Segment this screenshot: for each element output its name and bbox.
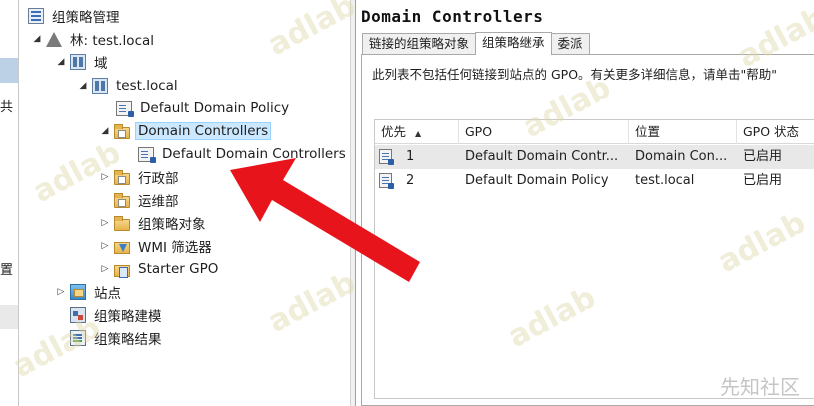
gp-modeling-icon [70, 307, 86, 323]
expand-closed-icon[interactable]: ▷ [100, 264, 110, 274]
starter-gpo-icon [114, 265, 130, 278]
background-text-1: 共 [0, 100, 14, 115]
tree-node-sites[interactable]: ▷ 站点 [56, 281, 124, 303]
cell-order: 1 [375, 145, 459, 169]
tree-node-domain[interactable]: ◢ test.local [78, 75, 181, 97]
inheritance-grid: 优先 ▲ GPO 位置 GPO 状态 1 Default Domain Cont… [374, 119, 814, 399]
page-title: Domain Controllers [361, 7, 544, 26]
cell-order: 2 [375, 169, 459, 193]
table-row[interactable]: 1 Default Domain Contr... Domain Con... … [375, 145, 814, 169]
tab-gp-inheritance[interactable]: 组策略继承 [475, 32, 552, 55]
tree-node-wmi-filters[interactable]: ▷ WMI 筛选器 [100, 235, 215, 257]
expand-closed-icon[interactable]: ▷ [100, 218, 110, 228]
gp-results-icon [70, 330, 86, 346]
gpo-link-icon [116, 100, 134, 117]
tree-label-forest: 林: test.local [70, 33, 155, 49]
tree-node-starter-gpo[interactable]: ▷ Starter GPO [100, 258, 221, 280]
ou-folder-icon [114, 124, 130, 139]
expand-open-icon[interactable]: ◢ [56, 57, 66, 67]
tree-node-domains[interactable]: ◢ 域 [56, 51, 111, 73]
tree-label-results: 组策略结果 [94, 332, 162, 348]
sort-ascending-icon: ▲ [415, 129, 422, 138]
tree-node-domain-controllers[interactable]: ◢ Domain Controllers [100, 120, 272, 142]
expand-open-icon[interactable]: ◢ [100, 126, 110, 136]
tree-label-modeling: 组策略建模 [94, 309, 162, 325]
gpmc-console-icon [28, 8, 44, 24]
tree-label-domain-controllers: Domain Controllers [135, 122, 272, 140]
tree-node-default-dc-policy[interactable]: Default Domain Controllers [138, 143, 349, 165]
details-pane: Domain Controllers 链接的组策略对象 组策略继承 委派 此列表… [356, 0, 814, 406]
tree-node-modeling[interactable]: 组策略建模 [70, 304, 165, 326]
background-window-strip: 共 置 [0, 0, 19, 406]
expand-open-icon[interactable]: ◢ [32, 34, 42, 44]
tree-label-domain: test.local [116, 78, 178, 94]
cell-gpo: Default Domain Policy [465, 173, 609, 188]
tab-panel: 此列表不包括任何链接到站点的 GPO。有关更多详细信息，请单击"帮助" 优先 ▲… [361, 54, 814, 406]
gpo-link-icon [379, 173, 394, 189]
cell-status: 已启用 [743, 173, 783, 188]
tree-label-default-domain-policy: Default Domain Policy [140, 100, 290, 116]
console-tree[interactable]: 组策略管理 ◢ 林: test.local ◢ 域 ◢ test.local D… [20, 0, 350, 406]
forest-icon [46, 31, 62, 47]
gpo-link-icon [379, 149, 394, 165]
tree-node-default-domain-policy[interactable]: Default Domain Policy [116, 97, 292, 119]
tree-label-sites: 站点 [94, 286, 121, 302]
tree-node-ou-admin[interactable]: ▷ 行政部 [100, 166, 182, 188]
cell-status: 已启用 [743, 149, 783, 164]
tree-label-gpo-objects: 组策略对象 [138, 217, 206, 233]
column-header-label: 优先 [381, 124, 407, 139]
gpo-container-icon [114, 216, 130, 231]
tree-label-ou-ops: 运维部 [138, 194, 179, 210]
background-text-2: 置 [0, 263, 14, 278]
ou-folder-icon [114, 170, 130, 185]
sites-icon [70, 284, 86, 300]
tree-node-forest[interactable]: ◢ 林: test.local [32, 28, 157, 50]
tree-node-results[interactable]: 组策略结果 [70, 327, 165, 349]
ou-folder-icon [114, 193, 130, 208]
column-header-order[interactable]: 优先 ▲ [375, 120, 459, 144]
cell-location: test.local [635, 173, 695, 188]
tab-delegation[interactable]: 委派 [550, 33, 590, 54]
order-value: 1 [406, 149, 415, 164]
tree-label-ou-admin: 行政部 [138, 171, 179, 187]
domain-icon [92, 78, 108, 94]
column-header-gpo[interactable]: GPO [459, 120, 629, 144]
column-header-location[interactable]: 位置 [629, 120, 737, 144]
order-value: 2 [406, 173, 415, 188]
cell-gpo: Default Domain Contr... [465, 149, 619, 164]
expand-closed-icon[interactable]: ▷ [100, 241, 110, 251]
expand-closed-icon[interactable]: ▷ [56, 287, 66, 297]
tree-label-starter-gpo: Starter GPO [138, 261, 219, 277]
gpo-link-icon [138, 146, 156, 163]
tree-node-ou-ops[interactable]: 运维部 [114, 189, 182, 211]
tree-label-wmi-filters: WMI 筛选器 [138, 240, 212, 256]
background-selection-band [0, 58, 18, 83]
tree-label-default-dc-policy: Default Domain Controllers [162, 146, 346, 162]
tab-linked-gpos[interactable]: 链接的组策略对象 [362, 33, 477, 54]
tree-node-root[interactable]: 组策略管理 [28, 5, 123, 27]
tree-node-gpo-objects[interactable]: ▷ 组策略对象 [100, 212, 209, 234]
tree-label-root: 组策略管理 [52, 10, 120, 26]
background-gray-band [0, 305, 18, 329]
domains-icon [70, 54, 86, 70]
expand-open-icon[interactable]: ◢ [78, 81, 88, 91]
column-header-status[interactable]: GPO 状态 [737, 120, 814, 144]
tree-label-domains: 域 [94, 56, 108, 72]
expand-closed-icon[interactable]: ▷ [100, 172, 110, 182]
table-row[interactable]: 2 Default Domain Policy test.local 已启用 [375, 169, 814, 193]
cell-location: Domain Con... [635, 149, 728, 164]
wmi-filter-icon [114, 242, 130, 254]
grid-header: 优先 ▲ GPO 位置 GPO 状态 [375, 120, 814, 144]
tab-strip: 链接的组策略对象 组策略继承 委派 [362, 32, 590, 55]
info-text: 此列表不包括任何链接到站点的 GPO。有关更多详细信息，请单击"帮助" [372, 67, 778, 82]
